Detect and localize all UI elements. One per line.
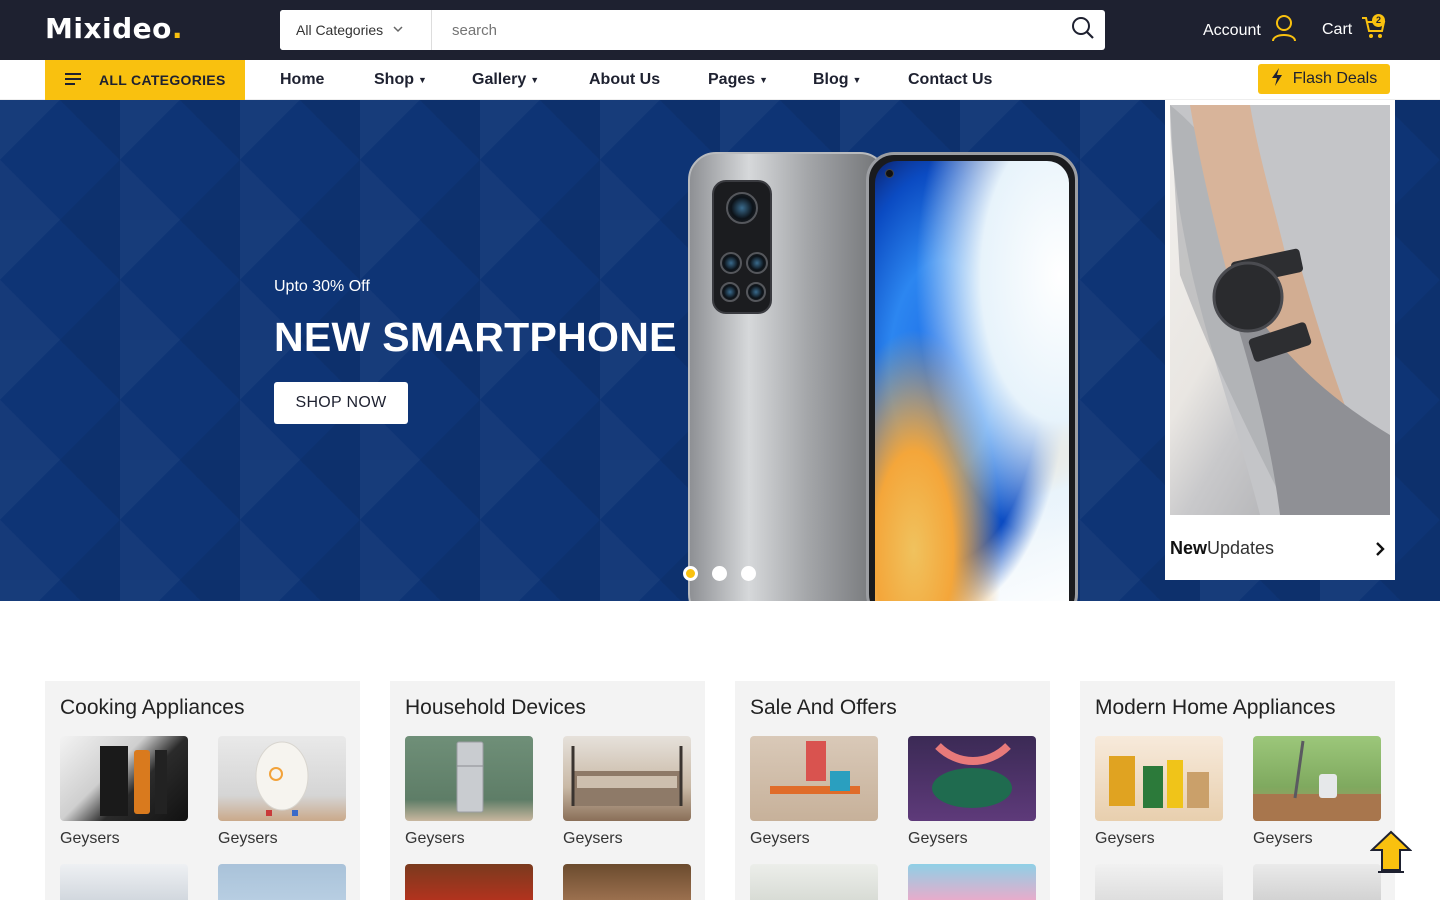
product-label[interactable]: Geysers	[1095, 830, 1155, 848]
cart-count-badge: 2	[1372, 14, 1385, 27]
nav-pages-label: Pages	[708, 71, 756, 88]
product-label[interactable]: Geysers	[563, 830, 623, 848]
top-header: Mixideo. All Categories Account Cart 2	[0, 0, 1440, 60]
hero-discount: Upto 30% Off	[274, 278, 370, 295]
panel-title: Cooking Appliances	[60, 696, 245, 719]
camera-flash	[746, 282, 766, 302]
front-camera	[885, 169, 894, 178]
all-categories-label: ALL CATEGORIES	[99, 72, 226, 88]
chevron-down-icon: ▼	[418, 75, 427, 85]
product-label[interactable]: Geysers	[60, 830, 120, 848]
nav-gallery-label: Gallery	[472, 71, 527, 88]
product-thumb[interactable]	[218, 864, 346, 900]
search-icon	[1071, 16, 1095, 45]
cart-label: Cart	[1322, 20, 1353, 38]
chevron-right-icon[interactable]	[1375, 542, 1385, 561]
all-categories-button[interactable]: ALL CATEGORIES	[45, 60, 245, 100]
main-nav: ALL CATEGORIES Home Shop ▼ Gallery ▼ About…	[0, 60, 1440, 100]
watch-image	[1170, 105, 1390, 515]
product-thumb[interactable]	[60, 736, 188, 821]
camera-module	[712, 180, 772, 314]
panel-title: Household Devices	[405, 696, 586, 719]
camera-lens	[720, 252, 742, 274]
product-thumb[interactable]	[563, 736, 691, 821]
product-thumb[interactable]	[1095, 864, 1223, 900]
carousel-dot-1[interactable]	[683, 566, 698, 581]
nav-blog-label: Blog	[813, 71, 849, 88]
user-icon	[1271, 14, 1297, 47]
product-label[interactable]: Geysers	[908, 830, 968, 848]
category-panel-modern: Modern Home Appliances Geysers Geysers	[1080, 681, 1395, 900]
product-thumb[interactable]	[563, 864, 691, 900]
cart-link[interactable]: Cart 2	[1322, 14, 1386, 45]
product-thumb[interactable]	[750, 736, 878, 821]
product-thumb[interactable]	[1095, 736, 1223, 821]
phone-front-image	[866, 152, 1078, 601]
product-label[interactable]: Geysers	[405, 830, 465, 848]
phone-back-image	[688, 152, 888, 601]
flash-deals-label: Flash Deals	[1292, 70, 1378, 87]
product-label[interactable]: Geysers	[218, 830, 278, 848]
lightning-icon	[1271, 67, 1283, 91]
product-thumb[interactable]	[1253, 736, 1381, 821]
camera-lens	[746, 252, 768, 274]
chevron-down-icon	[393, 24, 403, 36]
nav-item-blog[interactable]: Blog ▼	[813, 60, 861, 100]
product-thumb[interactable]	[218, 736, 346, 821]
nav-home-label: Home	[280, 71, 325, 88]
new-updates-card[interactable]: NewUpdates	[1165, 100, 1395, 580]
chevron-down-icon: ▼	[759, 75, 769, 85]
nav-item-about[interactable]: About Us	[589, 60, 660, 100]
search-bar: All Categories	[280, 10, 1105, 50]
scroll-to-top-button[interactable]	[1369, 830, 1413, 879]
camera-lens	[720, 282, 740, 302]
phone-screen	[875, 161, 1069, 601]
product-thumb[interactable]	[405, 736, 533, 821]
panel-title: Modern Home Appliances	[1095, 696, 1336, 719]
nav-item-home[interactable]: Home	[280, 60, 324, 100]
search-category-select[interactable]: All Categories	[280, 10, 432, 50]
nav-contact-label: Contact Us	[908, 71, 993, 88]
product-thumb[interactable]	[908, 864, 1036, 900]
nav-item-shop[interactable]: Shop ▼	[374, 60, 427, 100]
product-label[interactable]: Geysers	[1253, 830, 1313, 848]
carousel-dot-3[interactable]	[741, 566, 756, 581]
product-thumb[interactable]	[60, 864, 188, 900]
product-thumb[interactable]	[750, 864, 878, 900]
logo-text: Mixideo	[45, 12, 172, 45]
caption-rest: Updates	[1207, 538, 1275, 558]
search-button[interactable]	[1061, 10, 1105, 50]
account-link[interactable]: Account	[1203, 14, 1297, 47]
chevron-down-icon: ▼	[530, 75, 540, 85]
site-logo[interactable]: Mixideo.	[45, 12, 183, 45]
logo-dot: .	[171, 12, 184, 45]
flash-deals-button[interactable]: Flash Deals	[1258, 64, 1390, 94]
account-label: Account	[1203, 21, 1261, 39]
menu-icon	[65, 72, 81, 88]
arrow-up-icon	[1369, 830, 1413, 878]
nav-item-gallery[interactable]: Gallery ▼	[472, 60, 539, 100]
caption-bold: New	[1170, 538, 1208, 558]
category-panel-cooking: Cooking Appliances Geysers Geysers	[45, 681, 360, 900]
product-thumb[interactable]	[908, 736, 1036, 821]
nav-item-pages[interactable]: Pages ▼	[708, 60, 768, 100]
nav-shop-label: Shop	[374, 71, 414, 88]
shop-now-button[interactable]: SHOP NOW	[274, 382, 408, 424]
category-panel-household: Household Devices Geysers Geysers	[390, 681, 705, 900]
hero-title: NEW SMARTPHONE	[274, 314, 677, 360]
panel-title: Sale And Offers	[750, 696, 897, 719]
category-panel-sale: Sale And Offers Geysers Geysers	[735, 681, 1050, 900]
product-thumb[interactable]	[405, 864, 533, 900]
new-updates-caption: NewUpdates	[1170, 538, 1274, 559]
search-input[interactable]	[432, 10, 1061, 50]
carousel-dot-2[interactable]	[712, 566, 727, 581]
camera-lens	[726, 192, 758, 224]
nav-about-label: About Us	[589, 71, 661, 88]
product-thumb[interactable]	[1253, 864, 1381, 900]
search-category-label: All Categories	[296, 22, 384, 38]
chevron-down-icon: ▼	[852, 75, 862, 85]
nav-item-contact[interactable]: Contact Us	[908, 60, 992, 100]
product-label[interactable]: Geysers	[750, 830, 810, 848]
carousel-dots	[683, 566, 770, 581]
